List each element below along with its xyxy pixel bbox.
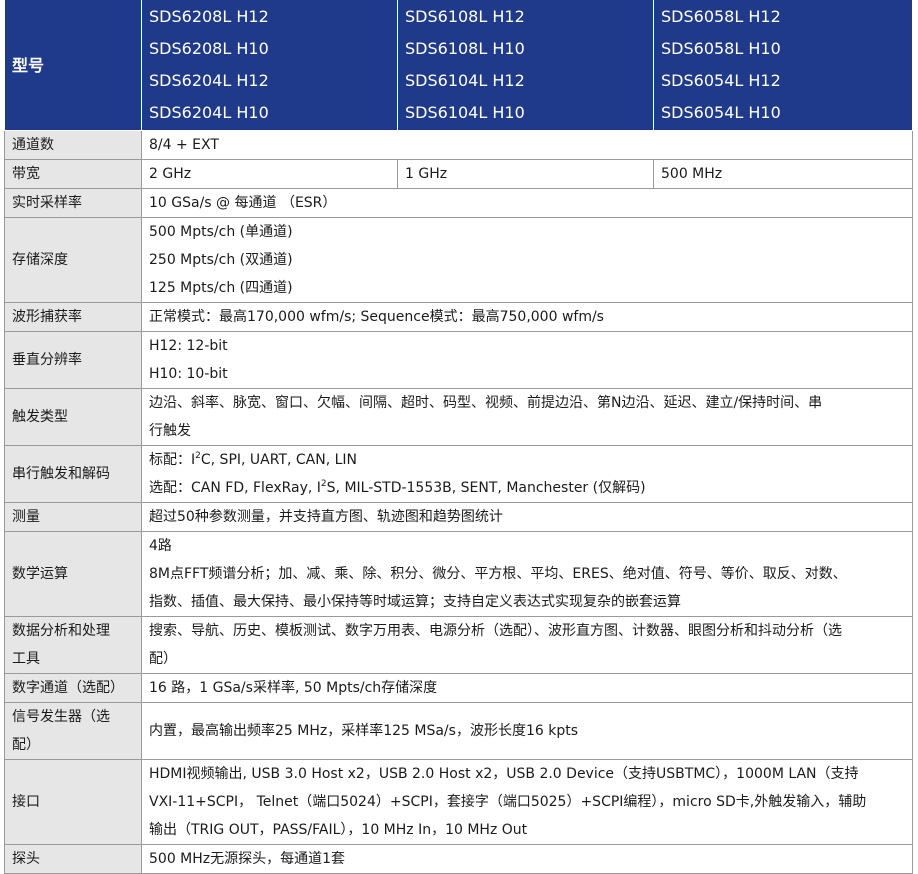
header-row: 型号 SDS6208L H12 SDS6208L H10 SDS6204L H1…: [4, 0, 913, 131]
value-line: 输出（TRIG OUT，PASS/FAIL），10 MHz In，10 MHz …: [149, 822, 528, 838]
text-segment: S, MIL-STD-1553B, SENT, Manchester (仅解码): [326, 480, 646, 496]
model-column-3: SDS6058L H12 SDS6058L H10 SDS6054L H12 S…: [653, 0, 913, 131]
row-sample-rate: 实时采样率 10 GSa/s @ 每通道 （ESR）: [4, 188, 913, 218]
row-value: 8/4 + EXT: [141, 130, 913, 160]
label-line: 工具: [12, 651, 40, 667]
row-value: 边沿、斜率、脉宽、窗口、欠幅、间隔、超时、码型、视频、前提边沿、第N边沿、延迟、…: [141, 388, 913, 446]
row-value: 16 路，1 GSa/s采样率, 50 Mpts/ch存储深度: [141, 673, 913, 703]
row-analysis: 数据分析和处理 工具 搜索、导航、历史、模板测试、数字万用表、电源分析（选配）、…: [4, 616, 913, 674]
row-capture-rate: 波形捕获率 正常模式：最高170,000 wfm/s; Sequence模式：最…: [4, 302, 913, 332]
row-label: 接口: [4, 759, 142, 845]
row-label: 测量: [4, 502, 142, 532]
value-line: H10: 10-bit: [149, 366, 228, 382]
value-line: 8M点FFT频谱分析；加、减、乘、除、积分、微分、平方根、平均、ERES、绝对值…: [149, 566, 847, 582]
model-name: SDS6108L H12: [405, 7, 525, 26]
row-resolution: 垂直分辨率 H12: 12-bit H10: 10-bit: [4, 331, 913, 389]
row-interface: 接口 HDMI视频输出, USB 3.0 Host x2，USB 2.0 Hos…: [4, 759, 913, 845]
row-value: 500 MHz无源探头，每通道1套: [141, 844, 913, 874]
row-value: 500 Mpts/ch (单通道) 250 Mpts/ch (双通道) 125 …: [141, 217, 913, 303]
value-line: H12: 12-bit: [149, 338, 228, 354]
row-digital: 数字通道（选配） 16 路，1 GSa/s采样率, 50 Mpts/ch存储深度: [4, 673, 913, 703]
row-label: 触发类型: [4, 388, 142, 446]
model-name: SDS6054L H10: [661, 103, 781, 122]
row-label: 带宽: [4, 159, 142, 189]
row-label: 存储深度: [4, 217, 142, 303]
model-name: SDS6058L H12: [661, 7, 781, 26]
value-line: 标配：I2C, SPI, UART, CAN, LIN: [149, 446, 905, 474]
spec-table: 型号 SDS6208L H12 SDS6208L H10 SDS6204L H1…: [4, 0, 913, 874]
model-name: SDS6208L H10: [149, 39, 269, 58]
label-line: 信号发生器（选: [12, 709, 110, 725]
row-label: 通道数: [4, 130, 142, 160]
model-name: SDS6054L H12: [661, 71, 781, 90]
row-value: H12: 12-bit H10: 10-bit: [141, 331, 913, 389]
row-label: 信号发生器（选 配）: [4, 702, 142, 760]
text-segment: C, SPI, UART, CAN, LIN: [200, 452, 358, 468]
row-value: HDMI视频输出, USB 3.0 Host x2，USB 2.0 Host x…: [141, 759, 913, 845]
row-label: 垂直分辨率: [4, 331, 142, 389]
model-column-1: SDS6208L H12 SDS6208L H10 SDS6204L H12 S…: [141, 0, 398, 131]
model-name: SDS6058L H10: [661, 39, 781, 58]
value-line: 125 Mpts/ch (四通道): [149, 280, 293, 296]
value-line: HDMI视频输出, USB 3.0 Host x2，USB 2.0 Host x…: [149, 766, 859, 782]
model-name: SDS6204L H12: [149, 71, 269, 90]
bandwidth-value: 500 MHz: [653, 159, 913, 189]
row-value: 4路 8M点FFT频谱分析；加、减、乘、除、积分、微分、平方根、平均、ERES、…: [141, 531, 913, 617]
bandwidth-value: 1 GHz: [397, 159, 654, 189]
row-label: 数据分析和处理 工具: [4, 616, 142, 674]
row-trigger: 触发类型 边沿、斜率、脉宽、窗口、欠幅、间隔、超时、码型、视频、前提边沿、第N边…: [4, 388, 913, 446]
row-math: 数学运算 4路 8M点FFT频谱分析；加、减、乘、除、积分、微分、平方根、平均、…: [4, 531, 913, 617]
label-line: 数据分析和处理: [12, 623, 110, 639]
row-generator: 信号发生器（选 配） 内置，最高输出频率25 MHz，采样率125 MSa/s，…: [4, 702, 913, 760]
value-line: 250 Mpts/ch (双通道): [149, 252, 293, 268]
row-value: 搜索、导航、历史、模板测试、数字万用表、电源分析（选配）、波形直方图、计数器、眼…: [141, 616, 913, 674]
row-measure: 测量 超过50种参数测量，并支持直方图、轨迹图和趋势图统计: [4, 502, 913, 532]
row-probe: 探头 500 MHz无源探头，每通道1套: [4, 844, 913, 874]
row-label: 数字通道（选配）: [4, 673, 142, 703]
value-line: 4路: [149, 538, 172, 554]
text-segment: 选配：CAN FD, FlexRay, I: [149, 480, 321, 496]
model-name: SDS6108L H10: [405, 39, 525, 58]
value-line: 500 Mpts/ch (单通道): [149, 224, 293, 240]
model-name: SDS6204L H10: [149, 103, 269, 122]
model-name: SDS6104L H10: [405, 103, 525, 122]
row-value: 内置，最高输出频率25 MHz，采样率125 MSa/s，波形长度16 kpts: [141, 702, 913, 760]
row-memory: 存储深度 500 Mpts/ch (单通道) 250 Mpts/ch (双通道)…: [4, 217, 913, 303]
row-label: 串行触发和解码: [4, 445, 142, 503]
row-label: 探头: [4, 844, 142, 874]
row-channels: 通道数 8/4 + EXT: [4, 130, 913, 160]
label-line: 配）: [12, 737, 40, 753]
value-line: 配）: [149, 651, 177, 667]
row-value: 标配：I2C, SPI, UART, CAN, LIN 选配：CAN FD, F…: [141, 445, 913, 503]
value-line: 搜索、导航、历史、模板测试、数字万用表、电源分析（选配）、波形直方图、计数器、眼…: [149, 623, 842, 639]
value-line: VXI-11+SCPI， Telnet（端口5024）+SCPI，套接字（端口5…: [149, 794, 867, 810]
row-value: 10 GSa/s @ 每通道 （ESR）: [141, 188, 913, 218]
row-label: 波形捕获率: [4, 302, 142, 332]
row-bandwidth: 带宽 2 GHz 1 GHz 500 MHz: [4, 159, 913, 189]
row-label: 实时采样率: [4, 188, 142, 218]
row-value: 正常模式：最高170,000 wfm/s; Sequence模式：最高750,0…: [141, 302, 913, 332]
value-line: 边沿、斜率、脉宽、窗口、欠幅、间隔、超时、码型、视频、前提边沿、第N边沿、延迟、…: [149, 395, 823, 411]
text-segment: 标配：I: [149, 452, 196, 468]
model-name: SDS6104L H12: [405, 71, 525, 90]
value-line: 行触发: [149, 423, 191, 439]
bandwidth-value: 2 GHz: [141, 159, 398, 189]
value-line: 指数、插值、最大保持、最小保持等时域运算；支持自定义表达式实现复杂的嵌套运算: [149, 594, 681, 610]
model-column-2: SDS6108L H12 SDS6108L H10 SDS6104L H12 S…: [397, 0, 654, 131]
row-value: 超过50种参数测量，并支持直方图、轨迹图和趋势图统计: [141, 502, 913, 532]
row-label: 数学运算: [4, 531, 142, 617]
model-label: 型号: [4, 0, 142, 131]
model-name: SDS6208L H12: [149, 7, 269, 26]
row-serial: 串行触发和解码 标配：I2C, SPI, UART, CAN, LIN 选配：C…: [4, 445, 913, 503]
value-line: 选配：CAN FD, FlexRay, I2S, MIL-STD-1553B, …: [149, 474, 905, 502]
